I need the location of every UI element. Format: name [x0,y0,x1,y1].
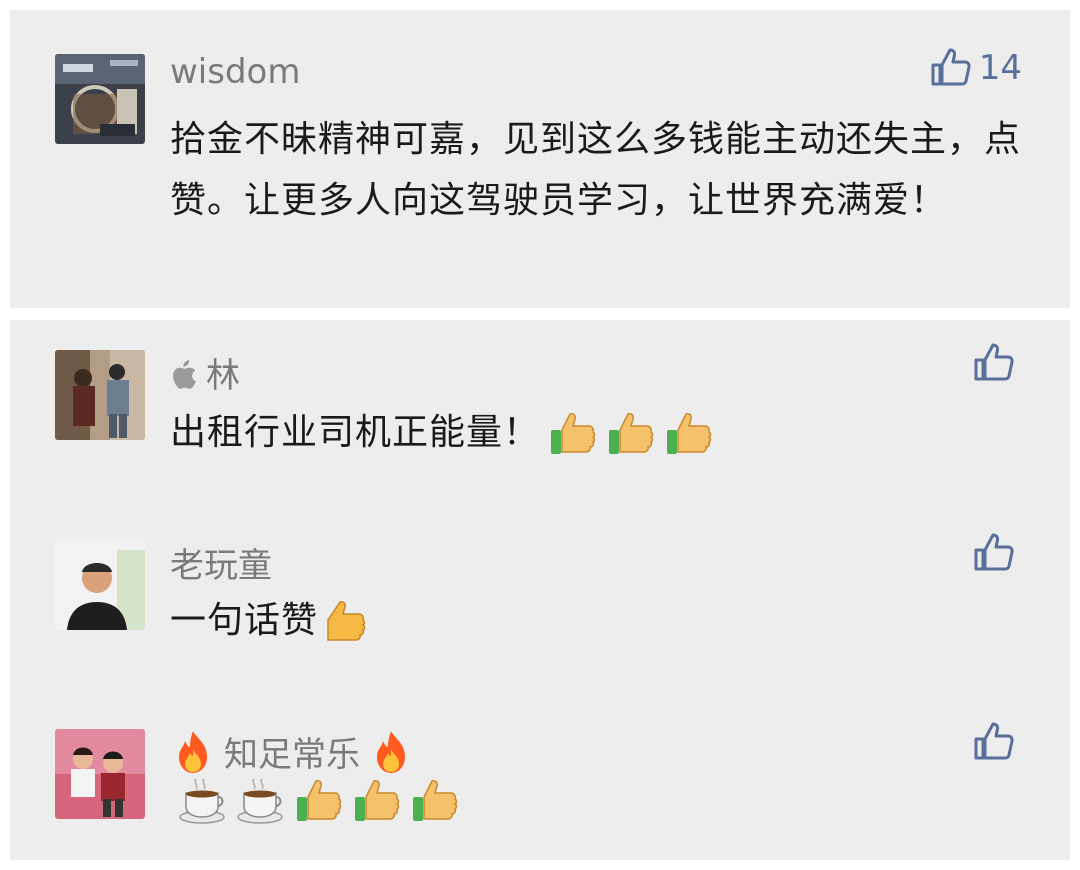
like-button[interactable]: 14 [929,46,1022,90]
coffee-emoji [178,775,228,825]
comment-text: 出租行业司机正能量！ [170,402,1030,463]
thumbs-up-emoji [352,775,402,825]
like-count: 14 [978,48,1022,88]
commenter-name-text: 知足常乐 [224,735,360,775]
thumbs-up-emoji [606,408,656,458]
comment-list-card: 林 出租行业司机正能量！ 老玩童 一句话赞 知足常乐 [10,320,1070,860]
avatar[interactable] [55,540,145,630]
featured-comment-card: wisdom 14 拾金不昧精神可嘉，见到这么多钱能主动还失主，点赞。让更多人向… [10,10,1070,308]
commenter-name[interactable]: 老玩童 [170,538,272,587]
avatar[interactable] [55,729,145,819]
thumbs-up-emoji [294,775,344,825]
comment-text: 拾金不昧精神可嘉，见到这么多钱能主动还失主，点赞。让更多人向这驾驶员学习，让世界… [170,109,1030,231]
thumbs-up-emoji [664,408,714,458]
thumbs-up-icon [972,341,1016,385]
commenter-name-text: 林 [206,356,240,396]
apple-icon [170,357,198,389]
comment-text: 一句话赞 [170,590,1030,651]
commenter-name[interactable]: 林 [170,348,240,397]
thumbs-up-icon [972,720,1016,764]
commenter-name-text: wisdom [170,52,301,92]
comment-text-content: 出租行业司机正能量！ [170,412,541,453]
fire-emoji [368,729,414,775]
avatar[interactable] [55,350,145,440]
thumbs-up-emoji [410,775,460,825]
commenter-name-text: 老玩童 [170,546,272,586]
commenter-name[interactable]: wisdom [170,52,300,92]
thumbs-up-icon [929,46,973,90]
like-button[interactable] [972,720,1022,764]
coffee-emoji [236,775,286,825]
comment-text-content: 拾金不昧精神可嘉，见到这么多钱能主动还失主，点赞。让更多人向这驾驶员学习，让世界… [170,119,1022,221]
commenter-name[interactable]: 知足常乐 [170,727,414,776]
like-button[interactable] [972,531,1022,575]
thumbs-up-emoji [548,408,598,458]
thumbs-up-icon [972,531,1016,575]
comment-text-content: 一句话赞 [170,600,319,641]
avatar[interactable] [55,54,145,144]
comment-text [170,775,1030,825]
fire-emoji [170,729,216,775]
like-button[interactable] [972,341,1022,385]
thumbs-up-emoji [320,596,370,646]
